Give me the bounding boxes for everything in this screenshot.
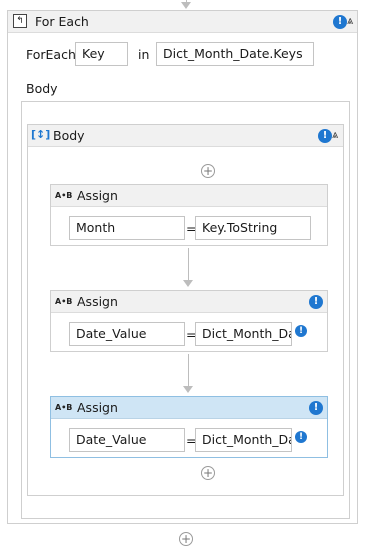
sequence-header[interactable]: [↕] Body ! ⩓	[28, 125, 343, 147]
assign-2-header[interactable]: A•B Assign !	[51, 291, 327, 313]
foreach-activity[interactable]: ↰ For Each ! ⩓ ForEach Key in Dict_Month…	[7, 10, 358, 524]
assign-2-to-input[interactable]: Date_Value	[69, 322, 185, 346]
connector-1-arrow	[183, 280, 193, 287]
assign-3-value-warning-icon[interactable]: !	[295, 431, 307, 443]
assign-2-title: Assign	[77, 294, 118, 309]
sequence-warning-icon[interactable]: !	[318, 129, 332, 143]
foreach-collapse-icon[interactable]: ⩓	[347, 14, 353, 28]
foreach-title: For Each	[35, 14, 89, 29]
sequence-activity[interactable]: [↕] Body ! ⩓ + A•B Assign Month = Key.To…	[27, 124, 344, 496]
assign-3-warning-icon[interactable]: !	[309, 401, 323, 415]
assign-2-value-warning-icon[interactable]: !	[295, 325, 307, 337]
assign-3-title: Assign	[77, 400, 118, 415]
connector-2-line	[188, 354, 189, 387]
foreach-label: ForEach	[26, 47, 76, 62]
connector-1-line	[188, 248, 189, 281]
add-activity-top-icon[interactable]: +	[201, 164, 215, 178]
assign-3-header[interactable]: A•B Assign !	[51, 397, 327, 419]
assign-1-to-input[interactable]: Month	[69, 216, 185, 240]
assign-1-header[interactable]: A•B Assign	[51, 185, 327, 207]
foreach-body-label: Body	[26, 81, 58, 96]
assign-1-value-input[interactable]: Key.ToString	[195, 216, 311, 240]
assign-2-icon: A•B	[55, 297, 73, 306]
foreach-header[interactable]: ↰ For Each ! ⩓	[8, 11, 357, 33]
assign-activity-3[interactable]: A•B Assign ! Date_Value = Dict_Month_Dat…	[50, 396, 328, 458]
sequence-collapse-icon[interactable]: ⩓	[332, 128, 338, 142]
assign-activity-1[interactable]: A•B Assign Month = Key.ToString	[50, 184, 328, 246]
assign-1-title: Assign	[77, 188, 118, 203]
sequence-icon: [↕]	[31, 128, 51, 141]
foreach-item-input[interactable]: Key	[75, 42, 128, 66]
assign-2-value-input[interactable]: Dict_Month_Dat	[195, 322, 292, 346]
assign-1-icon: A•B	[55, 191, 73, 200]
assign-3-value-input[interactable]: Dict_Month_Dat	[195, 428, 292, 452]
add-activity-after-foreach-icon[interactable]: +	[179, 532, 193, 546]
top-connector-arrow	[181, 2, 191, 9]
foreach-body-container: [↕] Body ! ⩓ + A•B Assign Month = Key.To…	[21, 101, 350, 519]
foreach-icon: ↰	[13, 14, 27, 28]
connector-2-arrow	[183, 386, 193, 393]
assign-3-to-input[interactable]: Date_Value	[69, 428, 185, 452]
foreach-in-label: in	[138, 47, 150, 62]
foreach-warning-icon[interactable]: !	[333, 15, 347, 29]
foreach-collection-input[interactable]: Dict_Month_Date.Keys	[156, 42, 314, 66]
assign-3-icon: A•B	[55, 403, 73, 412]
add-activity-bottom-icon[interactable]: +	[201, 466, 215, 480]
assign-2-warning-icon[interactable]: !	[309, 295, 323, 309]
assign-activity-2[interactable]: A•B Assign ! Date_Value = Dict_Month_Dat…	[50, 290, 328, 352]
sequence-title: Body	[53, 128, 85, 143]
